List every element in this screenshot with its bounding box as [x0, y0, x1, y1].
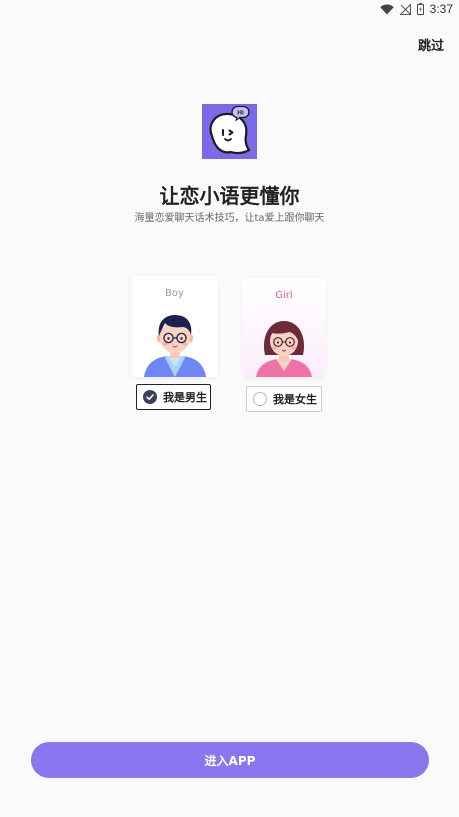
radio-unchecked-icon: [253, 392, 267, 406]
boy-choice-option[interactable]: 我是男生: [136, 384, 211, 410]
page-title: 让恋小语更懂你: [159, 184, 300, 208]
girl-card[interactable]: Girl: [242, 278, 326, 377]
girl-avatar-illustration: [256, 321, 312, 377]
boy-choice-label: 我是男生: [163, 391, 207, 404]
battery-icon: [416, 3, 424, 15]
onboarding-screen: 3:37 跳过 Hi 让恋小语更懂你 海量恋爱聊天话术技巧，让ta爱上跟你聊天 …: [0, 0, 459, 817]
girl-choice-option[interactable]: 我是女生: [246, 386, 322, 412]
boy-avatar-illustration: [143, 315, 206, 377]
status-icons: 3:37: [379, 2, 453, 16]
girl-card-label: Girl: [275, 290, 293, 301]
ghost-hi-icon: Hi: [209, 105, 251, 155]
status-time: 3:37: [429, 2, 453, 16]
logo-bubble-text: Hi: [237, 110, 244, 117]
signal-off-icon: [399, 3, 411, 15]
page-subtitle: 海量恋爱聊天话术技巧，让ta爱上跟你聊天: [134, 213, 325, 224]
app-logo: Hi: [202, 104, 257, 159]
enter-app-button[interactable]: 进入APP: [31, 742, 429, 778]
boy-card[interactable]: Boy: [131, 276, 218, 377]
wifi-icon: [379, 3, 394, 14]
girl-choice-label: 我是女生: [273, 393, 317, 406]
check-icon: [143, 390, 157, 404]
skip-button[interactable]: 跳过: [418, 35, 444, 54]
boy-card-label: Boy: [165, 288, 184, 299]
status-bar: 3:37: [0, 0, 459, 20]
